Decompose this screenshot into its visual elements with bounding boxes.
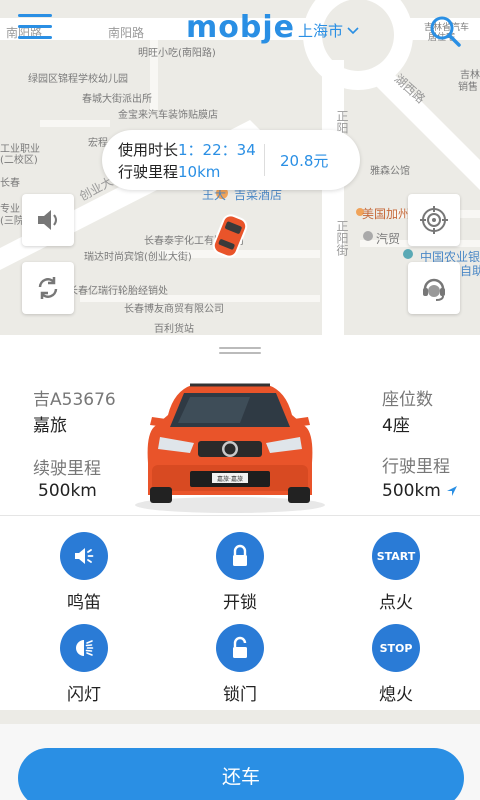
- ride-distance-row: 行驶里程10km: [118, 161, 220, 182]
- map-label-poi: 长春: [0, 178, 20, 189]
- search-button[interactable]: [428, 14, 462, 48]
- flash-lights-button[interactable]: 闪灯: [39, 624, 129, 705]
- customer-service-icon: [423, 278, 445, 301]
- lock-circle: [216, 624, 264, 672]
- padlock-icon: [233, 544, 247, 566]
- return-car-button[interactable]: 还车: [18, 748, 464, 800]
- range-label: 续驶里程: [33, 459, 101, 479]
- map-label-poi: 春城大街派出所: [82, 94, 152, 105]
- mileage-value: 500km: [382, 481, 441, 501]
- stop-label: 熄火: [379, 685, 413, 705]
- car-model: 嘉旅: [33, 416, 67, 436]
- map-label-road: 正阳街: [335, 220, 349, 256]
- start-circle: START: [372, 532, 420, 580]
- ride-cost: 20.8元: [280, 152, 329, 170]
- unlock-label: 开锁: [223, 593, 257, 613]
- map-label-poi: 雅森公馆: [370, 166, 410, 177]
- drag-handle[interactable]: [219, 347, 261, 355]
- refresh-icon: [38, 277, 58, 299]
- lock-button[interactable]: 锁门: [195, 624, 285, 705]
- map-label-poi: 汽贸: [376, 232, 401, 246]
- map-label-poi: 美国加州: [362, 207, 411, 221]
- chevron-down-icon: [347, 26, 359, 34]
- car-image: 嘉旅·嘉旅: [135, 383, 325, 513]
- city-selector[interactable]: 上海市: [298, 20, 359, 41]
- ride-distance-value: 10km: [178, 163, 221, 181]
- stop-circle: STOP: [372, 624, 420, 672]
- start-label: 点火: [379, 593, 413, 613]
- divider: [264, 144, 265, 176]
- start-engine-button[interactable]: START 点火: [351, 532, 441, 613]
- stop-text: STOP: [379, 641, 413, 655]
- map-label-poi: 长春亿瑞行轮胎经销处: [68, 286, 168, 297]
- ride-distance-label: 行驶里程: [118, 163, 179, 181]
- ride-time-row: 使用时长1：22：34: [118, 139, 256, 160]
- city-label: 上海市: [298, 22, 344, 40]
- search-icon: [430, 16, 461, 47]
- car-info-panel: 吉A53676 嘉旅 续驶里程 500km 座位数 4座 行驶里程 500km …: [0, 335, 480, 515]
- flash-label: 闪灯: [67, 685, 101, 705]
- top-bar: mobje 上海市: [0, 0, 480, 56]
- locate-button[interactable]: [408, 194, 460, 246]
- unlock-button[interactable]: 开锁: [195, 532, 285, 613]
- map-label-poi: 百利货站: [154, 324, 194, 335]
- start-text: START: [376, 549, 416, 563]
- speaker-icon: [38, 210, 57, 230]
- map-label-poi: 长春博友商贸有限公司: [124, 304, 224, 315]
- navigation-arrow-icon: [447, 486, 457, 496]
- plate-text: 嘉旅·嘉旅: [217, 475, 243, 483]
- menu-button[interactable]: [18, 14, 52, 42]
- honk-label: 鸣笛: [67, 593, 101, 613]
- target-icon: [420, 206, 448, 234]
- map-label-poi: 金宝来汽车装饰贴膜店: [118, 110, 218, 121]
- hamburger-icon: [18, 14, 52, 17]
- map-label-poi: (二校区): [0, 155, 38, 166]
- hamburger-icon: [18, 36, 52, 39]
- flash-circle: [60, 624, 108, 672]
- mileage-label: 行驶里程: [382, 457, 450, 477]
- hamburger-icon: [18, 25, 52, 28]
- map-label-poi: 瑞达时尚宾馆(创业大街): [84, 252, 192, 263]
- range-value: 500km: [38, 481, 97, 501]
- map-label-poi: 绿园区锦程学校幼儿园: [28, 74, 128, 85]
- app-logo: mobje: [186, 10, 295, 45]
- horn-icon: [75, 548, 94, 564]
- ride-time-value: 1：22：34: [178, 141, 256, 159]
- unlock-circle: [216, 532, 264, 580]
- voice-button[interactable]: [22, 194, 74, 246]
- map-label-poi: 自助: [460, 264, 480, 278]
- seats-label: 座位数: [382, 390, 433, 410]
- padlock-open-icon: [233, 636, 247, 658]
- ride-time-label: 使用时长: [118, 141, 179, 159]
- ride-info-bubble: 使用时长1：22：34 行驶里程10km 20.8元: [102, 130, 360, 190]
- customer-service-button[interactable]: [408, 262, 460, 314]
- map-strip: [0, 710, 480, 724]
- stop-engine-button[interactable]: STOP 熄火: [351, 624, 441, 705]
- honk-button[interactable]: 鸣笛: [39, 532, 129, 613]
- honk-circle: [60, 532, 108, 580]
- car-controls: 鸣笛 开锁 START 点火 闪灯 锁门 STOP 熄火: [0, 515, 480, 710]
- refresh-button[interactable]: [22, 262, 74, 314]
- headlight-icon: [76, 640, 94, 656]
- car-plate: 吉A53676: [33, 390, 116, 410]
- lock-label: 锁门: [223, 685, 257, 705]
- seats-value: 4座: [382, 416, 410, 436]
- map-label-poi: 销售: [458, 82, 478, 93]
